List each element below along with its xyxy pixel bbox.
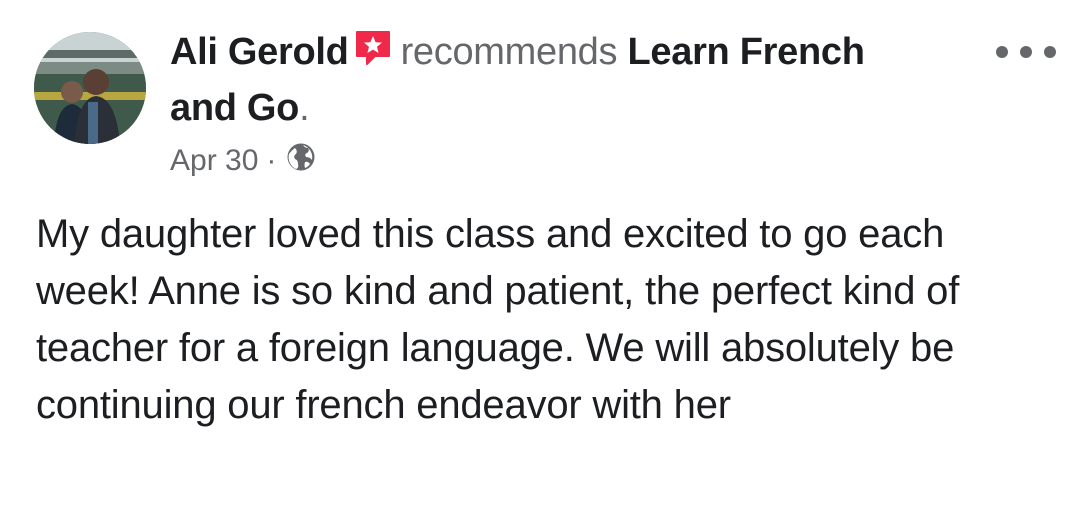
- avatar[interactable]: [34, 32, 146, 144]
- meta-separator: ·: [266, 144, 277, 177]
- author-name[interactable]: Ali Gerold: [170, 31, 349, 73]
- post-meta: Apr 30 ·: [170, 142, 316, 180]
- post-text: My daughter loved this class and excited…: [36, 212, 960, 427]
- review-post: Ali Gerold recommends Learn French and G…: [0, 0, 1080, 509]
- post-header: Ali Gerold recommends Learn French and G…: [170, 26, 890, 134]
- post-date[interactable]: Apr 30: [170, 144, 258, 178]
- recommend-star-icon: [353, 28, 393, 82]
- globe-icon[interactable]: [286, 142, 316, 180]
- action-verb: recommends: [400, 31, 618, 73]
- header-period: .: [299, 87, 310, 129]
- more-options-icon[interactable]: [996, 40, 1056, 64]
